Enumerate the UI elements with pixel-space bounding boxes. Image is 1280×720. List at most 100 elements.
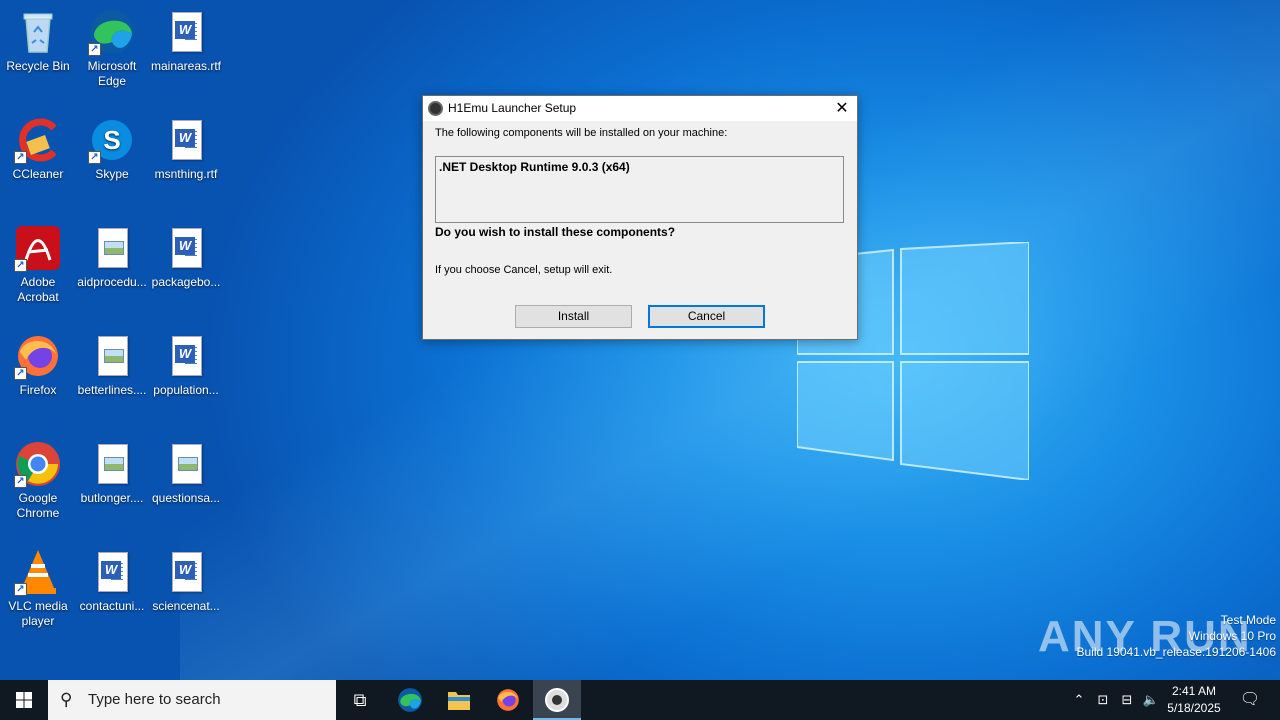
desktop-icon-population[interactable]: W population... bbox=[148, 332, 224, 398]
dialog-title: H1Emu Launcher Setup bbox=[448, 101, 577, 115]
watermark-test-mode: Test Mode bbox=[1220, 613, 1276, 627]
desktop-icon-label: Google Chrome bbox=[16, 491, 60, 520]
tray-network-button[interactable]: ⊟ bbox=[1116, 680, 1138, 720]
task-view-button[interactable]: ⧉ bbox=[336, 680, 384, 720]
desktop-icon-ccleaner[interactable]: ↗ CCleaner bbox=[0, 116, 76, 182]
desktop-icon-msnthing[interactable]: W msnthing.rtf bbox=[148, 116, 224, 182]
desktop-icon-label: contactuni... bbox=[79, 599, 145, 613]
desktop-icon-google-chrome[interactable]: ↗ Google Chrome bbox=[0, 440, 76, 521]
desktop: Recycle Bin ↗ CCleaner ↗ Adobe Acrobat ↗… bbox=[0, 0, 1280, 680]
svg-text:S: S bbox=[103, 125, 120, 155]
cancel-button[interactable]: Cancel bbox=[648, 305, 765, 328]
notification-icon: 🗨 bbox=[1239, 691, 1261, 708]
desktop-icon-label: CCleaner bbox=[12, 167, 64, 181]
network-icon: ⊟ bbox=[1121, 692, 1133, 707]
webcam-icon: ⊡ bbox=[1097, 692, 1109, 707]
recycle-bin-icon bbox=[14, 8, 62, 56]
search-placeholder: Type here to search bbox=[88, 691, 221, 708]
desktop-icon-firefox[interactable]: ↗ Firefox bbox=[0, 332, 76, 398]
taskbar-file-explorer-button[interactable] bbox=[435, 680, 483, 720]
taskbar-clock[interactable]: 2:41 AM 5/18/2025 bbox=[1160, 683, 1228, 717]
chevron-up-icon: ⌃ bbox=[1073, 692, 1085, 707]
taskbar: ⚲ Type here to search ⧉ ⌃ ⊡ ⊟ 🔈 2:41 AM … bbox=[0, 680, 1280, 720]
taskbar-edge-button[interactable] bbox=[386, 680, 434, 720]
desktop-icon-butlonger[interactable]: butlonger.... bbox=[74, 440, 150, 506]
search-icon: ⚲ bbox=[60, 690, 73, 709]
word-document-icon: W bbox=[162, 8, 210, 56]
word-document-icon: W bbox=[162, 332, 210, 380]
desktop-icon-label: Firefox bbox=[19, 383, 57, 397]
image-file-icon bbox=[88, 224, 136, 272]
adobe-acrobat-icon: ↗ bbox=[14, 224, 62, 272]
image-file-icon bbox=[88, 440, 136, 488]
shortcut-arrow-icon: ↗ bbox=[14, 259, 27, 272]
skype-icon: S ↗ bbox=[88, 116, 136, 164]
taskbar-firefox-button[interactable] bbox=[484, 680, 532, 720]
show-hidden-icons-button[interactable]: ⌃ bbox=[1068, 680, 1090, 720]
firefox-icon bbox=[497, 689, 519, 711]
h1emu-app-icon bbox=[545, 688, 569, 712]
shortcut-arrow-icon: ↗ bbox=[14, 151, 27, 164]
start-button[interactable] bbox=[0, 680, 48, 720]
image-file-icon bbox=[88, 332, 136, 380]
ccleaner-icon: ↗ bbox=[14, 116, 62, 164]
desktop-icon-recycle-bin[interactable]: Recycle Bin bbox=[0, 8, 76, 74]
desktop-icon-label: betterlines.... bbox=[77, 383, 147, 397]
h1emu-app-icon bbox=[428, 101, 443, 116]
close-button[interactable]: ✕ bbox=[827, 96, 857, 121]
action-center-button[interactable]: 🗨 bbox=[1232, 680, 1268, 720]
desktop-icon-label: aidprocedu... bbox=[77, 275, 147, 289]
desktop-icon-label: mainareas.rtf bbox=[150, 59, 222, 73]
tray-volume-button[interactable]: 🔈 bbox=[1140, 680, 1162, 720]
windows-start-icon bbox=[16, 692, 32, 708]
taskbar-search-box[interactable]: ⚲ Type here to search bbox=[48, 680, 336, 720]
tray-meet-now-button[interactable]: ⊡ bbox=[1092, 680, 1114, 720]
folder-icon bbox=[448, 692, 470, 710]
desktop-icon-questionsa[interactable]: questionsa... bbox=[148, 440, 224, 506]
desktop-icon-label: Skype bbox=[95, 167, 129, 181]
desktop-icon-vlc[interactable]: ↗ VLC media player bbox=[0, 548, 76, 629]
desktop-icon-label: population... bbox=[153, 383, 219, 397]
desktop-icon-label: questionsa... bbox=[151, 491, 221, 505]
chrome-icon: ↗ bbox=[14, 440, 62, 488]
desktop-icon-label: sciencenat... bbox=[152, 599, 220, 613]
cancel-info-text: If you choose Cancel, setup will exit. bbox=[435, 264, 613, 276]
components-list: .NET Desktop Runtime 9.0.3 (x64) bbox=[435, 156, 844, 223]
desktop-icon-betterlines[interactable]: betterlines.... bbox=[74, 332, 150, 398]
dialog-titlebar[interactable]: H1Emu Launcher Setup ✕ bbox=[423, 96, 857, 121]
desktop-icon-aidprocedu[interactable]: aidprocedu... bbox=[74, 224, 150, 290]
word-document-icon: W bbox=[88, 548, 136, 596]
edge-icon bbox=[398, 688, 422, 712]
install-button[interactable]: Install bbox=[515, 305, 632, 328]
desktop-icon-label: Recycle Bin bbox=[6, 59, 70, 73]
clock-date: 5/18/2025 bbox=[1167, 701, 1221, 715]
desktop-icon-microsoft-edge[interactable]: ↗ Microsoft Edge bbox=[74, 8, 150, 89]
shortcut-arrow-icon: ↗ bbox=[14, 475, 27, 488]
desktop-icon-mainareas[interactable]: W mainareas.rtf bbox=[148, 8, 224, 74]
watermark-edition: Windows 10 Pro bbox=[1188, 629, 1276, 643]
desktop-icon-label: Microsoft Edge bbox=[87, 59, 137, 88]
shortcut-arrow-icon: ↗ bbox=[88, 151, 101, 164]
word-document-icon: W bbox=[162, 548, 210, 596]
setup-dialog: H1Emu Launcher Setup ✕ The following com… bbox=[422, 95, 858, 340]
close-icon: ✕ bbox=[835, 100, 849, 117]
desktop-icon-contactuni[interactable]: W contactuni... bbox=[74, 548, 150, 614]
desktop-icon-packagebo[interactable]: W packagebo... bbox=[148, 224, 224, 290]
desktop-icon-label: msnthing.rtf bbox=[154, 167, 218, 181]
desktop-icon-label: packagebo... bbox=[151, 275, 221, 289]
desktop-icon-label: Adobe Acrobat bbox=[17, 275, 59, 304]
install-question: Do you wish to install these components? bbox=[435, 225, 676, 239]
vlc-icon: ↗ bbox=[14, 548, 62, 596]
desktop-icon-adobe-acrobat[interactable]: ↗ Adobe Acrobat bbox=[0, 224, 76, 305]
taskbar-h1emu-setup-button[interactable] bbox=[533, 680, 581, 720]
desktop-icon-skype[interactable]: S ↗ Skype bbox=[74, 116, 150, 182]
image-file-icon bbox=[162, 440, 210, 488]
task-view-icon: ⧉ bbox=[353, 690, 367, 710]
clock-time: 2:41 AM bbox=[1171, 684, 1217, 698]
windows-watermark: Test Mode Windows 10 Pro Build 19041.vb_… bbox=[1077, 612, 1277, 660]
desktop-icon-sciencenat[interactable]: W sciencenat... bbox=[148, 548, 224, 614]
shortcut-arrow-icon: ↗ bbox=[14, 367, 27, 380]
desktop-icon-label: VLC media player bbox=[8, 599, 68, 628]
shortcut-arrow-icon: ↗ bbox=[88, 43, 101, 56]
dialog-intro-text: The following components will be install… bbox=[435, 127, 728, 139]
